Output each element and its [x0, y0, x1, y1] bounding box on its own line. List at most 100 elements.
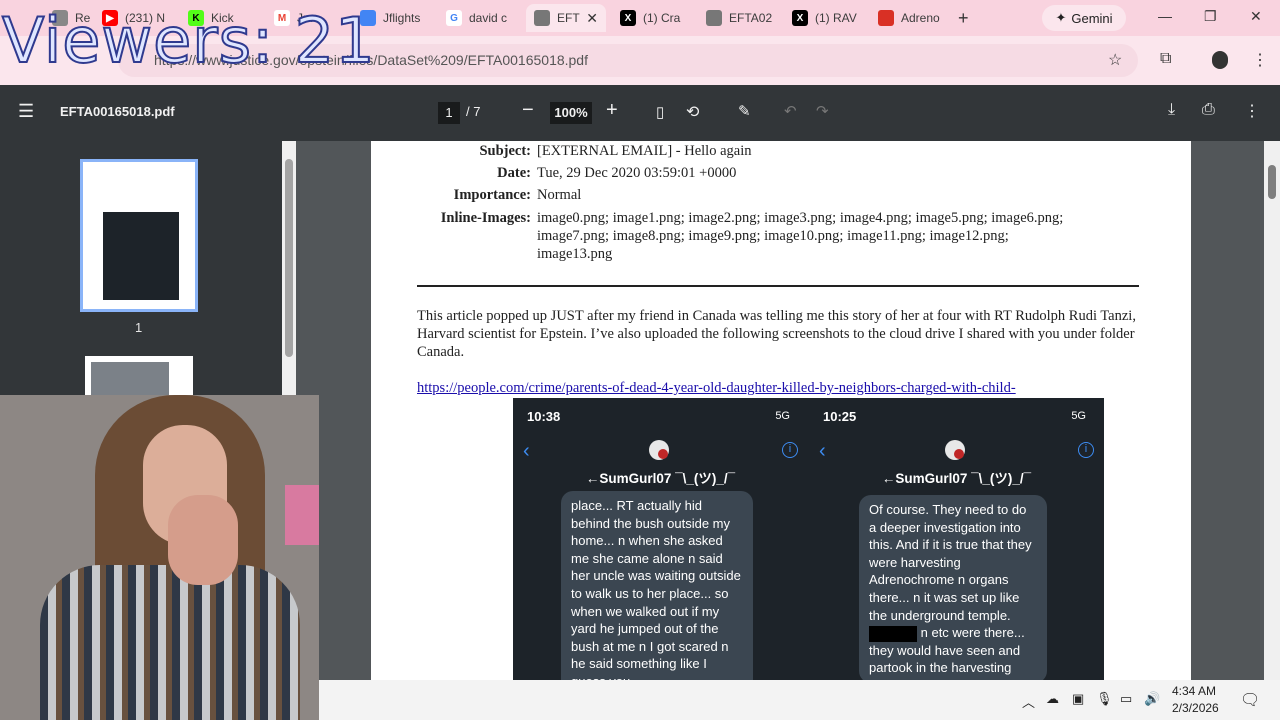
tab-label: EFTA02	[729, 11, 773, 25]
email-body: This article popped up JUST after my fri…	[417, 308, 1136, 360]
globe-icon	[706, 10, 722, 26]
tab-label: (1) RAV	[815, 11, 857, 25]
extensions-puzzle-icon[interactable]: ⧉	[1160, 50, 1171, 68]
pdf-viewport: Subject: [EXTERNAL EMAIL] - Hello again …	[296, 141, 1264, 680]
gemini-button[interactable]: ✦ Gemini	[1042, 5, 1126, 31]
importance-value: Normal	[537, 187, 582, 203]
onedrive-icon[interactable]: ☁	[1046, 691, 1059, 707]
divider	[417, 285, 1139, 287]
contact-avatar	[649, 440, 669, 460]
inline-images-line-1: image0.png; image1.png; image2.png; imag…	[537, 210, 1064, 226]
page-thumbnail-1[interactable]	[80, 159, 198, 312]
info-icon: i	[1078, 442, 1094, 458]
profile-avatar[interactable]	[1212, 51, 1228, 69]
pdf-filename: EFTA00165018.pdf	[60, 104, 175, 119]
volume-icon[interactable]: 🔊	[1144, 691, 1160, 707]
sidebar-scroll-thumb[interactable]	[285, 159, 293, 357]
close-window-button[interactable]: ✕	[1250, 8, 1262, 25]
status-signal: 5G	[1071, 410, 1086, 422]
pdf-more-icon[interactable]: ⋮	[1244, 101, 1260, 121]
zoom-in-button[interactable]: +	[606, 99, 618, 122]
x-logo-icon: X	[620, 10, 636, 26]
microphone-icon[interactable]: 🎙	[1096, 691, 1113, 707]
zoom-out-button[interactable]: −	[522, 99, 534, 122]
print-icon[interactable]: ⎙	[1202, 101, 1215, 119]
subject-label: Subject:	[479, 143, 531, 159]
restore-button[interactable]: ❐	[1204, 8, 1217, 25]
new-tab-button[interactable]: +	[958, 8, 969, 29]
viewer-count-overlay: Viewers: 21	[1, 3, 376, 78]
page-count: / 7	[466, 104, 481, 119]
contact-name: ←SumGurl07 ¯\_(ツ)_/¯	[585, 471, 736, 486]
gemini-label: Gemini	[1071, 10, 1113, 26]
plaid-shirt	[40, 565, 300, 720]
tab-x-2[interactable]: X (1) RAV	[784, 4, 870, 32]
google-icon: G	[446, 10, 462, 26]
phone-screenshot-left: 10:38 5G ‹ i ←SumGurl07 ¯\_(ツ)_/¯ place.…	[513, 398, 808, 680]
phone-screenshot-right: 10:25 5G ‹ i ←SumGurl07 ¯\_(ツ)_/¯ Of cou…	[809, 398, 1104, 680]
background-decor	[285, 485, 319, 545]
sparkle-icon: ✦	[1055, 10, 1067, 25]
tab-x-1[interactable]: X (1) Cra	[612, 4, 698, 32]
inline-images-line-2: image7.png; image8.png; image9.png; imag…	[537, 228, 1009, 244]
date-label: Date:	[497, 165, 531, 181]
x-logo-icon: X	[792, 10, 808, 26]
tab-google[interactable]: Gdavid c	[438, 4, 524, 32]
back-chevron-icon: ‹	[523, 440, 530, 462]
undo-icon[interactable]: ↶	[784, 102, 797, 120]
inline-images-line-3: image13.png	[537, 246, 613, 262]
pdf-toolbar: ☰ EFTA00165018.pdf 1 / 7 − 100% + ▯ ⟲ ✎ …	[0, 85, 1280, 141]
fit-page-icon[interactable]: ▯	[656, 103, 664, 121]
status-signal: 5G	[775, 410, 790, 422]
message-bubble: Of course. They need to do a deeper inve…	[859, 495, 1047, 680]
close-tab-icon[interactable]: ✕	[586, 10, 598, 27]
tab-label: (1) Cra	[643, 11, 681, 25]
status-time: 10:25	[823, 409, 857, 424]
tab-active-pdf[interactable]: EFT ✕	[526, 4, 606, 32]
hand-shape	[168, 495, 238, 585]
tab-adreno[interactable]: Adreno	[870, 4, 956, 32]
inline-images-label: Inline-Images:	[440, 210, 531, 226]
main-scroll-thumb[interactable]	[1268, 165, 1276, 199]
clock-date[interactable]: 2/3/2026	[1172, 701, 1219, 715]
device-icon[interactable]: ▣	[1072, 691, 1084, 707]
message-text-a: Of course. They need to do a deeper inve…	[869, 502, 1032, 623]
screenshot-image: 10:38 5G ‹ i ←SumGurl07 ¯\_(ツ)_/¯ place.…	[513, 398, 1104, 680]
globe-icon	[534, 10, 550, 26]
page-number-input[interactable]: 1	[438, 102, 460, 124]
tab-label: Jflights	[383, 11, 421, 25]
pdf-page: Subject: [EXTERNAL EMAIL] - Hello again …	[371, 141, 1191, 680]
date-value: Tue, 29 Dec 2020 03:59:01 +0000	[537, 165, 737, 181]
hamburger-menu-icon[interactable]: ☰	[18, 101, 34, 122]
zoom-level-input[interactable]: 100%	[550, 102, 592, 124]
clock-time[interactable]: 4:34 AM	[1172, 684, 1216, 698]
minimize-button[interactable]: —	[1158, 8, 1172, 24]
tray-chevron-icon[interactable]: ︿	[1022, 692, 1035, 711]
rotate-icon[interactable]: ⟲	[686, 102, 699, 122]
annotate-pen-icon[interactable]: ✎	[738, 102, 751, 120]
contact-avatar	[945, 440, 965, 460]
bookmark-star-icon[interactable]: ☆	[1108, 50, 1122, 70]
status-time: 10:38	[527, 409, 561, 424]
notification-icon[interactable]: 🗨	[1240, 690, 1260, 710]
redaction-block	[869, 625, 917, 642]
contact-name: ←SumGurl07 ¯\_(ツ)_/¯	[881, 471, 1032, 486]
thumbnail-number-1: 1	[135, 320, 143, 335]
subject-value: [EXTERNAL EMAIL] - Hello again	[537, 143, 752, 159]
info-icon: i	[782, 442, 798, 458]
browser-menu-icon[interactable]: ⋮	[1252, 50, 1268, 70]
tab-efta02[interactable]: EFTA02	[698, 4, 784, 32]
tab-label: Adreno	[901, 11, 940, 25]
back-chevron-icon: ‹	[819, 440, 826, 462]
article-link[interactable]: https://people.com/crime/parents-of-dead…	[417, 380, 1016, 397]
thumbnail-image	[103, 212, 179, 300]
tab-label: david c	[469, 11, 508, 25]
site-icon	[878, 10, 894, 26]
message-bubble: place... RT actually hid behind the bush…	[561, 491, 753, 680]
tab-label: EFT	[557, 11, 580, 25]
network-icon[interactable]: ▭	[1120, 691, 1132, 707]
webcam-overlay	[0, 395, 319, 720]
download-icon[interactable]: ⤓	[1168, 101, 1175, 119]
redo-icon[interactable]: ↷	[816, 102, 829, 120]
main-scrollbar[interactable]	[1264, 141, 1280, 680]
